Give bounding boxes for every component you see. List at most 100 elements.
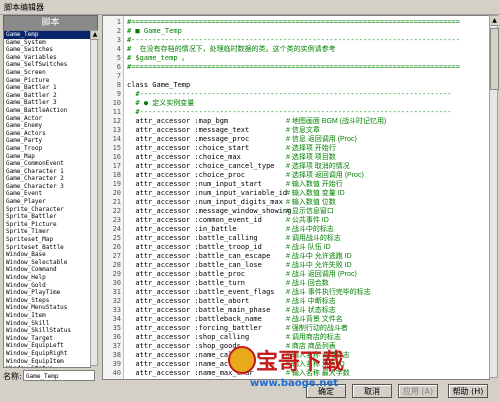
code-line[interactable]: 32 attr_accessor :battle_abort # 战斗 中断标志 [103,297,489,306]
list-item[interactable]: Window_PlayTime [4,289,90,297]
list-item[interactable]: Spriteset_Map [4,236,90,244]
name-label: 名称: [3,372,22,381]
list-item[interactable]: Game_Picture [4,77,90,85]
list-item[interactable]: Game_Battler 1 [4,84,90,92]
list-item[interactable]: Sprite_Picture [4,221,90,229]
code-line[interactable]: 9 #-------------------------------------… [103,90,489,99]
list-item[interactable]: Window_Help [4,274,90,282]
list-item[interactable]: Game_Actors [4,130,90,138]
list-item[interactable]: Window_Steps [4,297,90,305]
list-item[interactable]: Window_Status [4,365,90,367]
list-item[interactable]: Spriteset_Battle [4,244,90,252]
list-item[interactable]: Game_Party [4,137,90,145]
code-line[interactable]: 15 attr_accessor :choice_start # 选择项 开始行 [103,144,489,153]
code-line[interactable]: 7 [103,72,489,81]
list-item[interactable]: Window_EquipItem [4,358,90,366]
code-text: attr_accessor :num_input_start [127,180,262,188]
list-item[interactable]: Game_Screen [4,69,90,77]
list-item[interactable]: Game_Enemy [4,122,90,130]
code-line[interactable]: 25 attr_accessor :battle_calling # 调用战斗的标… [103,234,489,243]
list-item[interactable]: Game_CommonEvent [4,160,90,168]
list-item[interactable]: Window_EquipLeft [4,342,90,350]
list-item[interactable]: Sprite_Battler [4,213,90,221]
code-line[interactable]: 36 attr_accessor :shop_calling # 调用商店的标志 [103,333,489,342]
code-line[interactable]: 5 # $game_temp 。 [103,54,489,63]
code-line[interactable]: 6 #======================================… [103,63,489,72]
code-line[interactable]: 34 attr_accessor :battleback_name # 战斗背景 … [103,315,489,324]
code-line[interactable]: 3 #--------------------------------------… [103,36,489,45]
code-line[interactable]: 2 # ■ Game_Temp [103,27,489,36]
code-line[interactable]: 17 attr_accessor :choice_cancel_type # 选择… [103,162,489,171]
list-item[interactable]: Sprite_Timer [4,228,90,236]
code-line[interactable]: 33 attr_accessor :battle_main_phase # 战斗 … [103,306,489,315]
list-item[interactable]: Game_Temp [4,31,90,39]
list-item[interactable]: Game_Switches [4,46,90,54]
list-item[interactable]: Game_Character 1 [4,168,90,176]
list-item[interactable]: Game_Actor [4,115,90,123]
list-item[interactable]: Window_Item [4,312,90,320]
editor-scrollbar[interactable]: ▲ [489,15,499,378]
list-item[interactable]: Window_EquipRight [4,350,90,358]
code-line[interactable]: 29 attr_accessor :battle_proc # 战斗 返回调用 (… [103,270,489,279]
script-list-panel: 脚本 Game_Temp Game_System Game_Switches Game… [3,15,99,368]
list-item[interactable]: Game_SelfSwitches [4,61,90,69]
code-line[interactable]: 11 #------------------------------------… [103,108,489,117]
code-line[interactable]: 22 attr_accessor :message_window_showing… [103,207,489,216]
list-item[interactable]: Window_Base [4,251,90,259]
code-line[interactable]: 30 attr_accessor :battle_turn # 战斗 回合数 [103,279,489,288]
list-item[interactable]: Window_Selectable [4,259,90,267]
code-line[interactable]: 28 attr_accessor :battle_can_lose # 战斗中 允… [103,261,489,270]
list-item[interactable]: Window_MenuStatus [4,304,90,312]
code-line[interactable]: 1 #======================================… [103,18,489,27]
list-item[interactable]: Game_Variables [4,54,90,62]
name-input[interactable]: Game_Temp [23,370,95,381]
scroll-thumb[interactable] [490,28,499,90]
code-line[interactable]: 8 class Game_Temp [103,81,489,90]
list-item[interactable]: Game_System [4,39,90,47]
code-line[interactable]: 13 attr_accessor :message_text # 信息文章 [103,126,489,135]
code-text: attr_accessor :message_text [127,126,250,134]
code-line[interactable]: 20 attr_accessor :num_input_variable_id #… [103,189,489,198]
line-number: 15 [112,144,121,152]
script-list[interactable]: Game_Temp Game_System Game_Switches Game_Va… [3,30,91,368]
list-item[interactable]: Window_Skill [4,320,90,328]
list-item[interactable]: Game_Troop [4,145,90,153]
list-item[interactable]: Window_Gold [4,282,90,290]
code-line[interactable]: 14 attr_accessor :message_proc # 信息 返回调用 … [103,135,489,144]
line-number: 33 [112,306,121,314]
code-editor[interactable]: 1 #======================================… [102,15,490,380]
scroll-up-icon[interactable]: ▲ [91,31,99,40]
list-item[interactable]: Game_Event [4,190,90,198]
code-line[interactable]: 10 # ● 定义实例变量 [103,99,489,108]
list-item[interactable]: Game_Battler 3 [4,99,90,107]
code-line[interactable]: 12 attr_accessor :map_bgm # 地图画面 BGM (战斗时… [103,117,489,126]
code-line[interactable]: 21 attr_accessor :num_input_digits_max # … [103,198,489,207]
code-line[interactable]: 35 attr_accessor :forcing_battler # 强制行动的… [103,324,489,333]
apply-button[interactable]: 应用 (A) [398,384,438,398]
code-line[interactable]: 16 attr_accessor :choice_max # 选择项 项目数 [103,153,489,162]
scroll-up-icon[interactable]: ▲ [490,16,499,26]
help-button[interactable]: 帮助 (H) [448,384,488,398]
script-list-scrollbar[interactable]: ▲ [90,30,99,366]
list-item[interactable]: Window_Command [4,266,90,274]
list-item[interactable]: Window_SkillStatus [4,327,90,335]
code-line[interactable]: 4 # 在没有存档的情况下，处理临时数据的类。这个类的实例请参考 [103,45,489,54]
code-line[interactable]: 23 attr_accessor :common_event_id # 公共事件 … [103,216,489,225]
list-item[interactable]: Sprite_Character [4,206,90,214]
code-line[interactable]: 18 attr_accessor :choice_proc # 选择项 返回调用 … [103,171,489,180]
list-item[interactable]: Window_Target [4,335,90,343]
code-text: # ■ Game_Temp [127,27,182,35]
list-item[interactable]: Game_Battler 2 [4,92,90,100]
code-line[interactable]: 26 attr_accessor :battle_troop_id # 战斗 队伍… [103,243,489,252]
list-item[interactable]: Game_Character 3 [4,183,90,191]
list-item[interactable]: Game_Character 2 [4,175,90,183]
code-line[interactable]: 31 attr_accessor :battle_event_flags # 战斗… [103,288,489,297]
code-line[interactable]: 27 attr_accessor :battle_can_escape # 战斗中… [103,252,489,261]
line-number: 34 [112,315,121,323]
code-line[interactable]: 19 attr_accessor :num_input_start # 输入数值 … [103,180,489,189]
code-line[interactable]: 24 attr_accessor :in_battle # 战斗中的标志 [103,225,489,234]
list-item[interactable]: Game_Map [4,153,90,161]
line-number: 16 [112,153,121,161]
list-item[interactable]: Game_BattleAction [4,107,90,115]
list-item[interactable]: Game_Player [4,198,90,206]
